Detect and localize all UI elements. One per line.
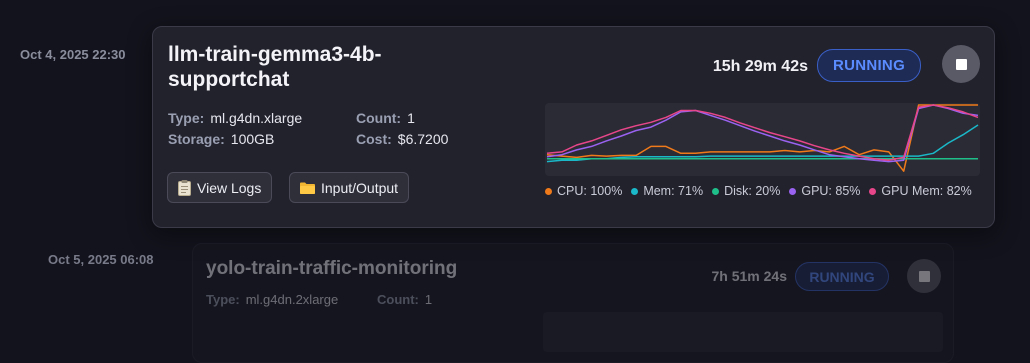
resource-usage-chart [543,312,943,352]
job-title: yolo-train-traffic-monitoring [206,258,458,279]
stop-job-button[interactable] [942,45,980,83]
count-label: Count: [356,110,402,126]
type-label: Type: [168,110,205,126]
resource-usage-chart [545,103,980,176]
input-output-button[interactable]: Input/Output [289,172,410,203]
legend-label-mem: Mem: 71% [643,184,704,198]
count-value: 1 [424,292,433,307]
count-label: Count: [377,292,419,307]
legend-item-disk: Disk: 20% [712,184,780,198]
elapsed-time: 7h 51m 24s [711,268,788,284]
clipboard-icon [178,179,191,196]
legend-dot-gpu-mem [869,187,877,195]
stop-job-button[interactable] [907,259,941,293]
count-value: 1 [407,110,415,126]
job-title: llm-train-gemma3-4b-supportchat [168,43,382,91]
storage-value: 100GB [230,131,275,147]
job-card[interactable]: llm-train-gemma3-4b-supportchat Type: ml.… [152,26,995,228]
job-card[interactable]: yolo-train-traffic-monitoring Type: ml.g4… [192,243,954,363]
legend-label-cpu: CPU: 100% [557,184,623,198]
chart-legend: CPU: 100% Mem: 71% Disk: 20% GPU: 85% GP… [545,184,972,198]
legend-label-gpu: GPU: 85% [801,184,861,198]
legend-item-cpu: CPU: 100% [545,184,622,198]
job-timestamp: Oct 5, 2025 06:08 [48,252,154,267]
legend-dot-disk [712,187,720,195]
legend-dot-mem [631,187,639,195]
legend-item-gpu-mem: GPU Mem: 82% [869,184,972,198]
status-badge: RUNNING [795,262,889,291]
job-cost: Cost: $6.7200 [356,131,448,147]
status-badge: RUNNING [817,49,921,82]
legend-item-gpu: GPU: 85% [789,184,860,198]
view-logs-button[interactable]: View Logs [167,172,273,203]
usage-chart-svg [546,104,979,172]
job-type: Type: ml.g4dn.xlarge [168,110,302,126]
job-count: Count: 1 [356,110,415,126]
elapsed-time: 15h 29m 42s [712,58,808,75]
legend-item-mem: Mem: 71% [631,184,703,198]
job-type: Type: ml.g4dn.2xlarge [206,292,338,307]
storage-label: Storage: [168,131,225,147]
job-timestamp: Oct 4, 2025 22:30 [20,47,126,62]
type-value: ml.g4dn.xlarge [210,110,303,126]
cost-label: Cost: [356,131,392,147]
cost-value: $6.7200 [397,131,449,147]
stop-icon [918,270,930,282]
stop-icon [955,58,967,70]
type-label: Type: [206,292,240,307]
job-count: Count: 1 [377,292,432,307]
legend-dot-gpu [789,187,797,195]
job-storage: Storage: 100GB [168,131,274,147]
legend-dot-cpu [545,187,552,195]
input-output-label: Input/Output [321,179,399,196]
folder-icon [300,182,315,194]
view-logs-label: View Logs [197,179,262,196]
series-line-cpu [546,104,978,172]
type-value: ml.g4dn.2xlarge [245,292,339,307]
legend-label-disk: Disk: 20% [724,184,781,198]
legend-label-gpu-mem: GPU Mem: 82% [881,184,972,198]
